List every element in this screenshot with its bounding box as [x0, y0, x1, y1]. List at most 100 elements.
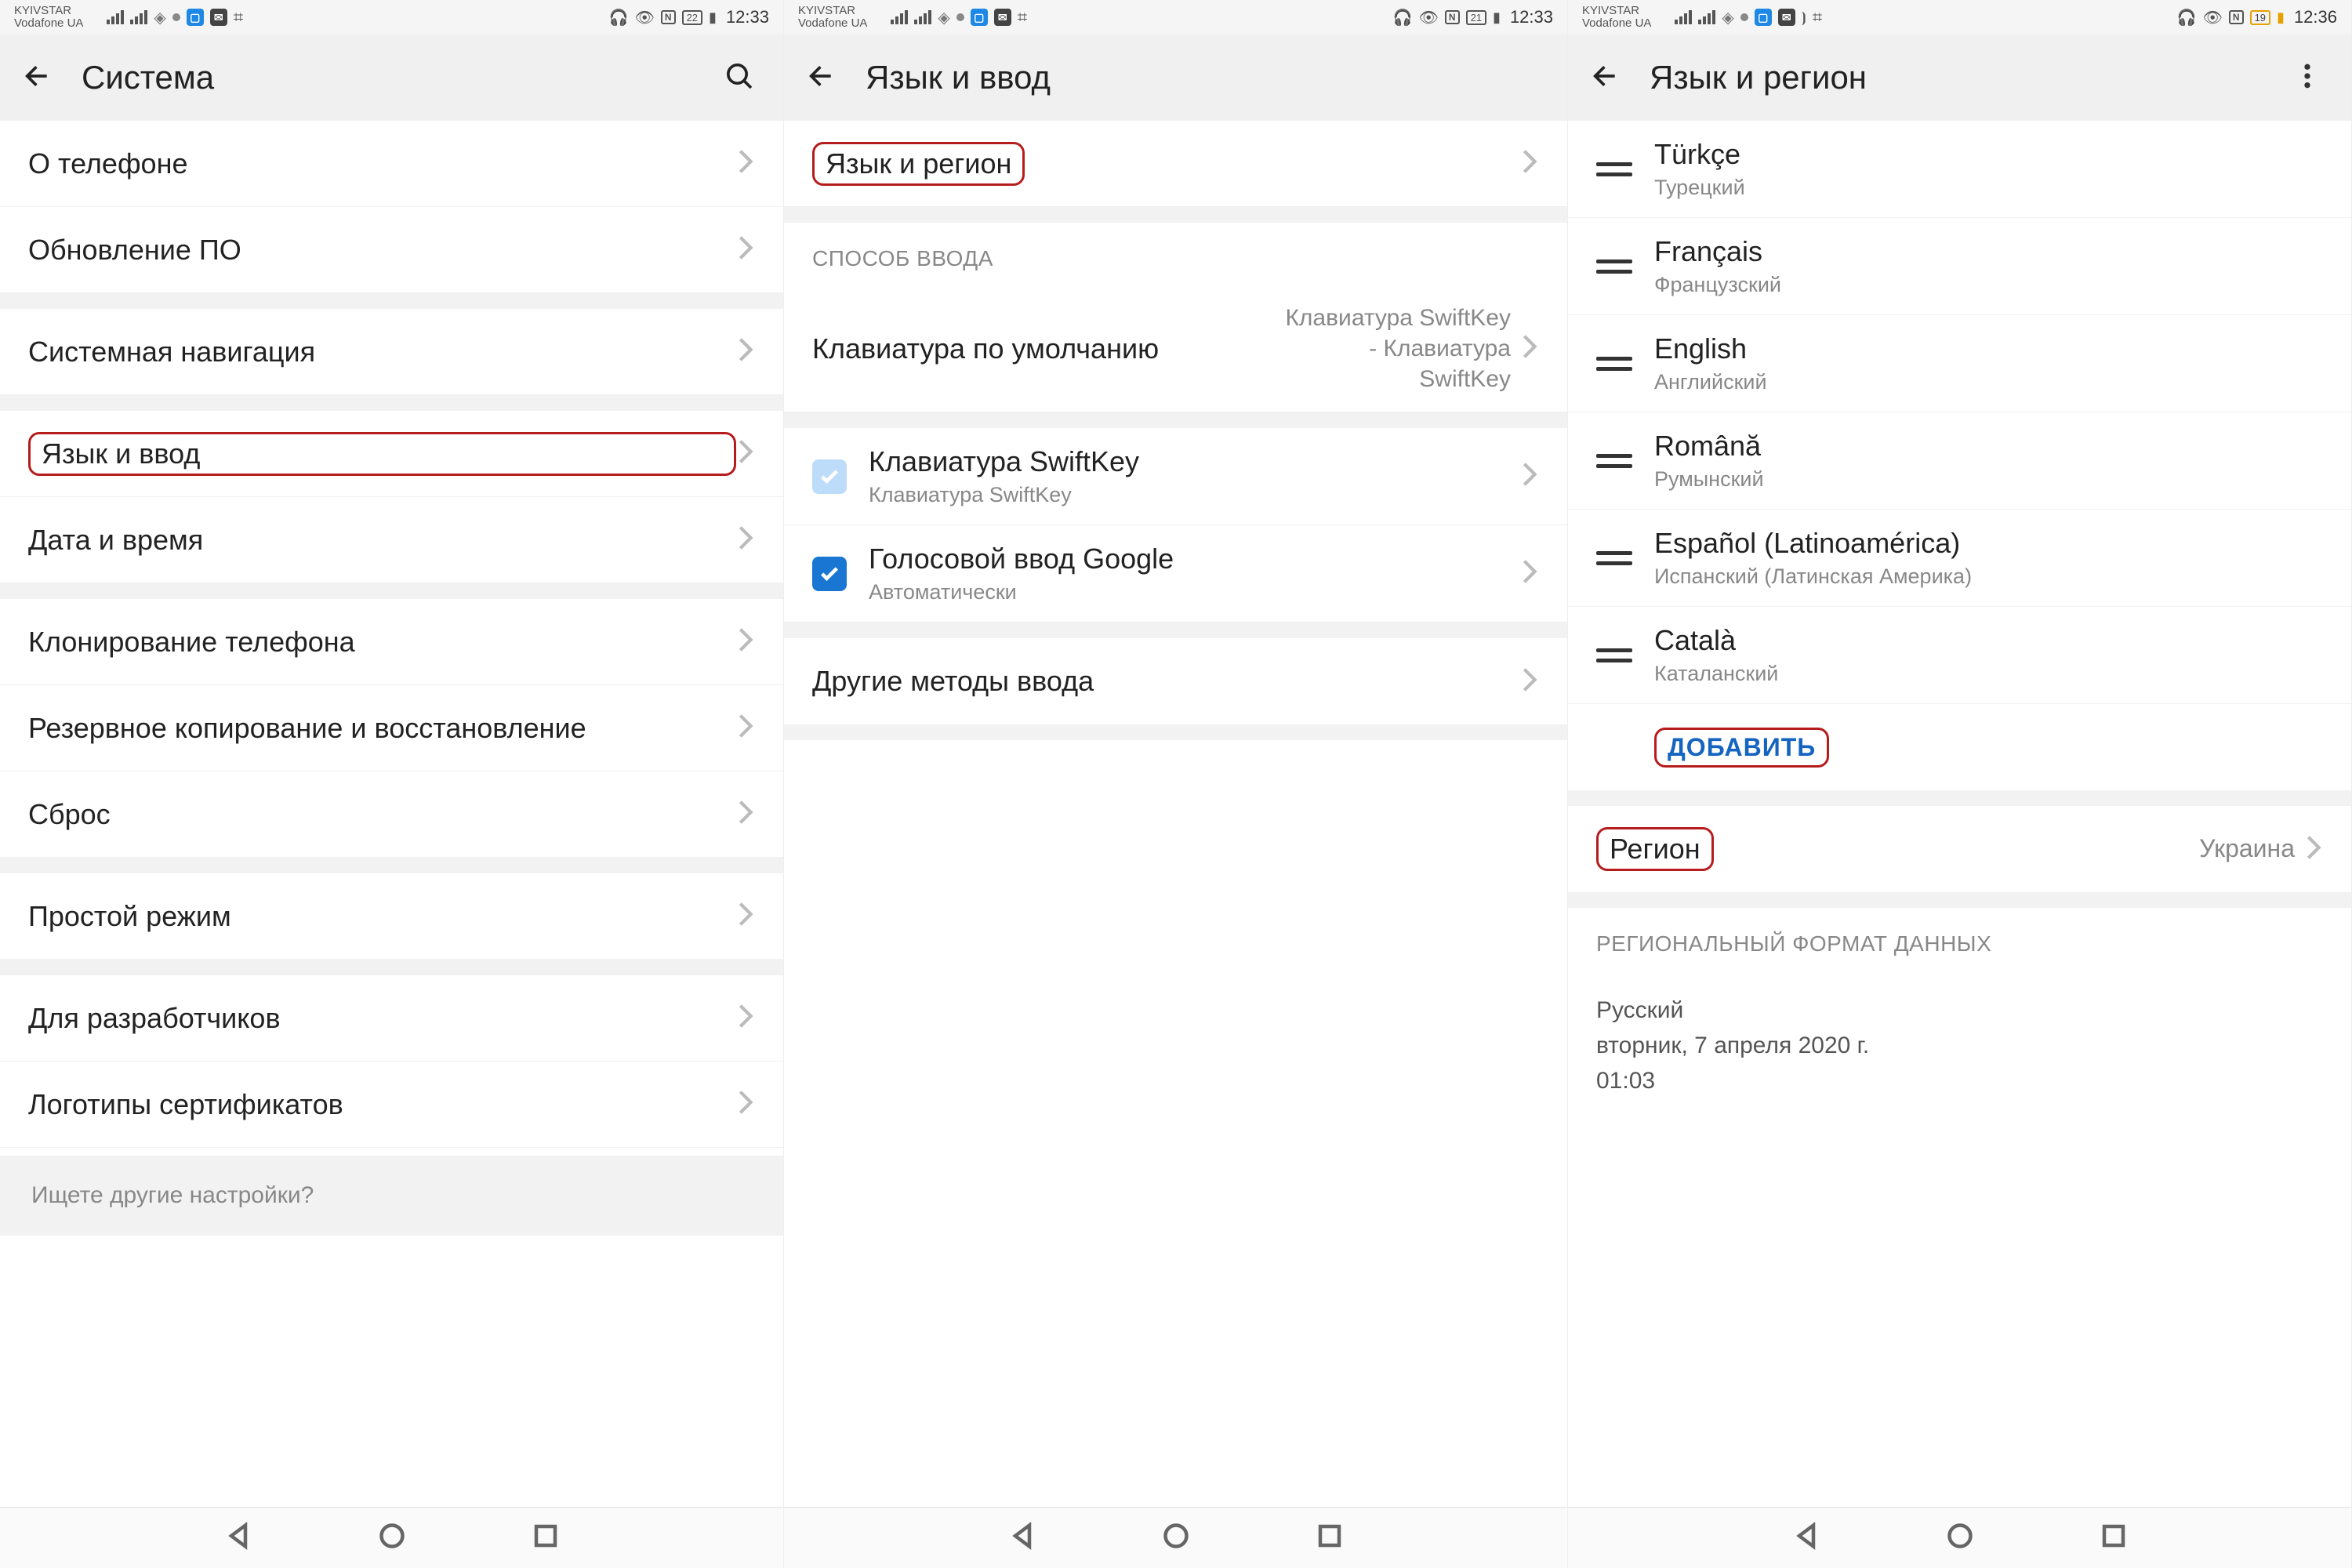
mail-icon: ✉	[994, 9, 1011, 26]
hash-icon: ⌗	[234, 7, 243, 27]
battery-icon: 21	[1466, 10, 1486, 25]
item-cert-logos[interactable]: Логотипы сертификатов	[0, 1062, 783, 1148]
item-label: Клонирование телефона	[28, 626, 736, 659]
signal-1-icon	[1675, 10, 1692, 24]
wave-icon: ⦘	[1802, 9, 1806, 26]
language-item-turkce[interactable]: Türkçe Турецкий	[1568, 121, 2351, 218]
item-default-keyboard[interactable]: Клавиатура по умолчанию Клавиатура Swift…	[784, 285, 1567, 412]
drag-handle-icon[interactable]	[1596, 551, 1632, 565]
signal-1-icon	[891, 10, 908, 24]
page-title: Язык и регион	[1650, 59, 2285, 96]
nav-back-icon[interactable]	[1792, 1522, 1820, 1554]
add-language-row: ДОБАВИТЬ	[1568, 704, 2351, 790]
nav-recent-icon[interactable]	[532, 1522, 560, 1554]
chevron-right-icon	[1520, 146, 1539, 181]
drag-handle-icon[interactable]	[1596, 357, 1632, 371]
mail-icon: ✉	[1778, 9, 1795, 26]
carrier-1: KYIVSTAR	[14, 5, 83, 17]
eye-icon: 👁	[1419, 8, 1439, 27]
chevron-right-icon	[736, 522, 755, 557]
item-language-region[interactable]: Язык и регион	[784, 121, 1567, 207]
drag-handle-icon[interactable]	[1596, 162, 1632, 176]
item-other-input-methods[interactable]: Другие методы ввода	[784, 638, 1567, 724]
language-item-english[interactable]: English Английский	[1568, 315, 2351, 412]
back-icon[interactable]	[1590, 60, 1621, 96]
nav-recent-icon[interactable]	[2100, 1522, 2128, 1554]
item-simple-mode[interactable]: Простой режим	[0, 873, 783, 960]
language-name: Français	[1654, 235, 2323, 268]
item-language-input[interactable]: Язык и ввод	[0, 411, 783, 497]
language-item-francais[interactable]: Français Французский	[1568, 218, 2351, 315]
checkbox-icon[interactable]	[812, 459, 847, 494]
nav-recent-icon[interactable]	[1316, 1522, 1344, 1554]
item-region[interactable]: Регион Украина	[1568, 806, 2351, 892]
item-system-navigation[interactable]: Системная навигация	[0, 309, 783, 395]
back-icon[interactable]	[22, 60, 53, 96]
chevron-right-icon	[736, 1087, 755, 1122]
battery-icon: 19	[2250, 10, 2270, 25]
regional-format-block: Русский вторник, 7 апреля 2020 г. 01:03	[1568, 971, 2351, 1120]
search-icon[interactable]	[717, 54, 761, 102]
back-icon[interactable]	[806, 60, 837, 96]
region-label: Регион	[1596, 827, 1714, 871]
format-language: Русский	[1596, 993, 2323, 1028]
drag-handle-icon[interactable]	[1596, 648, 1632, 662]
add-language-button[interactable]: ДОБАВИТЬ	[1654, 728, 1829, 768]
item-phone-clone[interactable]: Клонирование телефона	[0, 599, 783, 685]
hash-icon: ⌗	[1813, 7, 1822, 27]
chevron-right-icon	[736, 898, 755, 934]
language-name: Română	[1654, 430, 2323, 463]
clock: 12:36	[2294, 7, 2337, 27]
navigation-bar	[784, 1507, 1567, 1568]
chevron-right-icon	[736, 710, 755, 746]
search-other-settings[interactable]: Ищете другие настройки?	[0, 1156, 783, 1236]
item-reset[interactable]: Сброс	[0, 771, 783, 858]
drag-handle-icon[interactable]	[1596, 260, 1632, 274]
item-label: Резервное копирование и восстановление	[28, 712, 736, 745]
nav-home-icon[interactable]	[1162, 1522, 1190, 1554]
header: Язык и ввод	[784, 34, 1567, 121]
nav-home-icon[interactable]	[378, 1522, 406, 1554]
battery-fill-icon: ▮	[709, 9, 717, 26]
language-item-espanol[interactable]: Español (Latinoamérica) Испанский (Латин…	[1568, 510, 2351, 607]
item-label: Язык и ввод	[28, 432, 736, 476]
chevron-right-icon	[736, 797, 755, 832]
item-label: Клавиатура по умолчанию	[812, 332, 1276, 365]
screen-language-region: KYIVSTAR Vodafone UA ◈ ▢ ✉ ⦘ ⌗ 🎧 👁 N 19 …	[1568, 0, 2352, 1568]
chevron-right-icon	[1520, 459, 1539, 494]
item-swiftkey-keyboard[interactable]: Клавиатура SwiftKey Клавиатура SwiftKey	[784, 428, 1567, 525]
item-developer-options[interactable]: Для разработчиков	[0, 975, 783, 1062]
search-hint-text: Ищете другие настройки?	[31, 1182, 314, 1208]
drag-handle-icon[interactable]	[1596, 454, 1632, 468]
dot-icon	[956, 13, 964, 21]
item-label: Обновление ПО	[28, 234, 736, 267]
checkbox-icon[interactable]	[812, 557, 847, 591]
nav-back-icon[interactable]	[224, 1522, 252, 1554]
chevron-right-icon	[1520, 331, 1539, 366]
section-gap	[784, 412, 1567, 428]
section-gap	[0, 858, 783, 873]
section-gap	[0, 395, 783, 411]
item-label: Дата и время	[28, 524, 736, 557]
nfc-icon: N	[661, 10, 676, 24]
item-label: О телефоне	[28, 147, 736, 180]
header: Система	[0, 34, 783, 121]
item-label: Системная навигация	[28, 336, 736, 368]
nav-home-icon[interactable]	[1946, 1522, 1974, 1554]
item-backup-restore[interactable]: Резервное копирование и восстановление	[0, 685, 783, 771]
language-item-catala[interactable]: Català Каталанский	[1568, 607, 2351, 704]
wifi-icon: ◈	[938, 8, 949, 27]
more-icon[interactable]	[2285, 54, 2329, 102]
item-date-time[interactable]: Дата и время	[0, 497, 783, 583]
item-software-update[interactable]: Обновление ПО	[0, 207, 783, 293]
nav-back-icon[interactable]	[1008, 1522, 1036, 1554]
item-google-voice-input[interactable]: Голосовой ввод Google Автоматически	[784, 525, 1567, 622]
item-about-phone[interactable]: О телефоне	[0, 121, 783, 207]
item-label: Сброс	[28, 798, 736, 831]
status-bar: KYIVSTAR Vodafone UA ◈ ▢ ✉ ⌗ 🎧 👁 N 21 ▮ …	[784, 0, 1567, 34]
region-value: Украина	[2199, 833, 2295, 866]
battery-fill-icon: ▮	[2277, 9, 2285, 26]
chevron-right-icon	[1520, 664, 1539, 699]
language-item-romana[interactable]: Română Румынский	[1568, 412, 2351, 510]
chevron-right-icon	[736, 232, 755, 267]
